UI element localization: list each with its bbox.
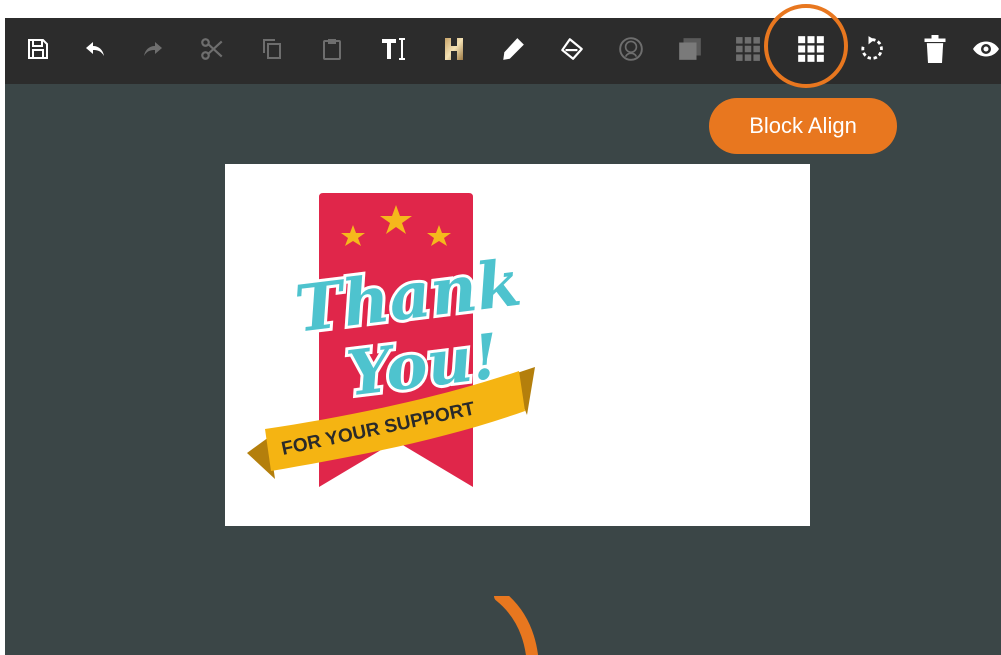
preview-button[interactable] — [971, 32, 1001, 66]
workspace-scrollbar[interactable] — [995, 84, 1001, 655]
undo-button[interactable] — [78, 32, 112, 66]
texture-button[interactable] — [437, 32, 471, 66]
copy-icon — [263, 39, 281, 59]
design-canvas[interactable]: Thank You! FOR YOUR SUPPORT — [225, 164, 810, 526]
thank-you-artwork[interactable]: Thank You! FOR YOUR SUPPORT — [235, 189, 535, 489]
delete-button[interactable] — [918, 32, 952, 66]
cut-button[interactable] — [195, 32, 229, 66]
scissors-icon — [201, 38, 223, 60]
paste-button[interactable] — [315, 32, 349, 66]
paint-bucket-icon — [561, 38, 583, 60]
layer-button[interactable] — [673, 32, 707, 66]
grid-icon — [736, 37, 760, 61]
save-button[interactable] — [21, 32, 55, 66]
grid-button[interactable] — [731, 32, 765, 66]
text-cursor-icon — [382, 38, 405, 60]
save-icon — [28, 39, 48, 59]
add-text-button[interactable] — [378, 32, 412, 66]
undo-icon — [86, 42, 104, 56]
pen-button[interactable] — [496, 32, 530, 66]
texture-h-icon — [445, 38, 463, 60]
redo-icon — [144, 42, 162, 56]
toolbar — [5, 18, 1001, 84]
fill-button[interactable] — [555, 32, 589, 66]
clipboard-icon — [323, 39, 341, 60]
grid-icon — [798, 36, 824, 62]
rotate-button[interactable] — [855, 32, 889, 66]
redo-button[interactable] — [136, 32, 170, 66]
layers-icon — [679, 38, 701, 60]
face-button[interactable] — [614, 32, 648, 66]
trash-icon — [924, 35, 946, 63]
block-align-button[interactable] — [794, 32, 828, 66]
copy-button[interactable] — [255, 32, 289, 66]
pen-icon — [503, 38, 524, 60]
block-align-tooltip: Block Align — [709, 98, 897, 154]
eye-icon — [973, 41, 999, 57]
face-icon — [619, 37, 643, 61]
rotate-icon — [861, 36, 883, 60]
